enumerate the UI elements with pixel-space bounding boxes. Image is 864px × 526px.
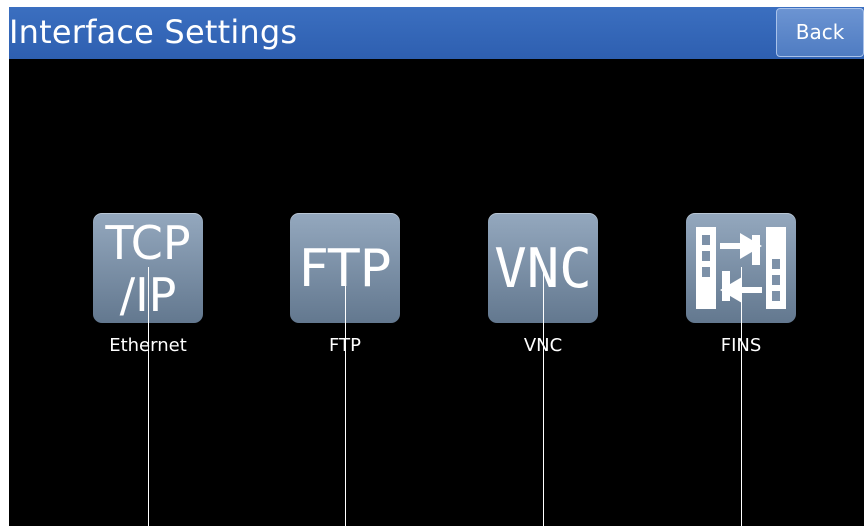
page-title: Interface Settings	[9, 13, 298, 51]
callout-line-vnc	[543, 267, 544, 526]
callout-line-ftp	[345, 267, 346, 526]
callout-line-fins	[741, 267, 742, 526]
callout-line-ethernet	[148, 267, 149, 526]
screen: Interface Settings Back TCP /IP Ethernet…	[9, 7, 864, 526]
tcp-ip-icon-text-top: TCP	[104, 216, 190, 270]
title-bar: Interface Settings Back	[9, 7, 864, 59]
back-button[interactable]: Back	[776, 8, 864, 57]
